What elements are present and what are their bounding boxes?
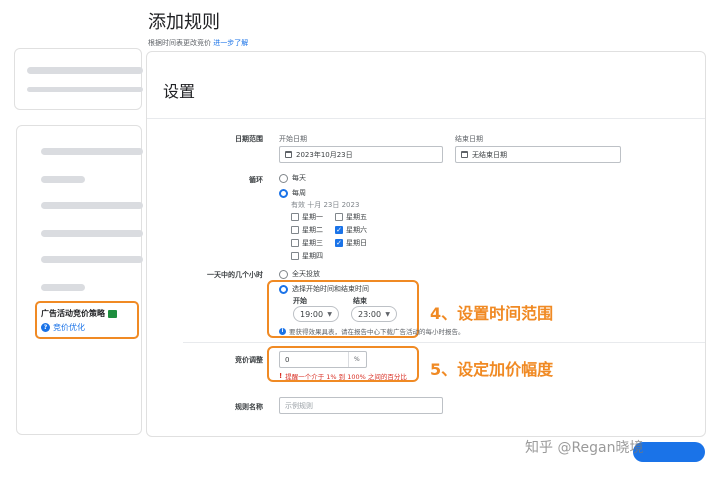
bid-adjust-error-text: 提醒一个介于 1% 到 100% 之间的百分比	[285, 373, 407, 381]
end-date-value: 无结束日期	[472, 150, 507, 159]
radio-circle	[279, 188, 288, 198]
info-icon: i	[279, 327, 286, 335]
subtitle-text: 根据时间表更改竞价	[148, 39, 211, 47]
step-5-annotation: 5、设定加价幅度	[430, 360, 554, 379]
end-date-input[interactable]: 无结束日期	[455, 146, 621, 163]
checkbox-box	[291, 213, 299, 221]
step-4-annotation: 4、设置时间范围	[430, 304, 554, 323]
start-time-caption: 开始	[293, 297, 307, 305]
radio-all-day[interactable]: 全天投放	[279, 269, 320, 279]
checkbox-monday[interactable]: 星期一	[291, 212, 323, 222]
date-range-label: 日期范围	[235, 135, 263, 143]
rule-name-placeholder: 示例规则	[285, 401, 313, 410]
skeleton-line	[27, 67, 143, 74]
divider	[183, 342, 705, 343]
radio-all-day-label: 全天投放	[292, 270, 320, 278]
settings-card: 设置 日期范围 开始日期 2023年10月23日 结束日期 无结束日期 循环 每…	[146, 51, 706, 437]
checkbox-friday[interactable]: 星期五	[335, 212, 367, 222]
skeleton-line	[41, 202, 143, 209]
bid-adjust-value: 0	[285, 356, 290, 364]
radio-weekly-label: 每周	[292, 189, 306, 197]
bid-strategy-label: 广告活动竞价策略	[41, 309, 105, 318]
skeleton-line	[41, 284, 85, 291]
skeleton-line	[41, 176, 85, 183]
bid-adjust-input[interactable]: 0 %	[279, 351, 367, 368]
input-separator	[348, 352, 349, 367]
radio-circle	[279, 269, 288, 279]
checkbox-label: 星期日	[346, 239, 367, 247]
check-icon: ✓	[335, 238, 343, 247]
start-date-value: 2023年10月23日	[296, 150, 353, 159]
bid-strategy-title: 广告活动竞价策略	[41, 308, 133, 319]
bid-adjust-unit: %	[354, 356, 360, 363]
calendar-icon	[461, 151, 468, 158]
checkbox-label: 星期四	[302, 252, 323, 260]
page-subtitle: 根据时间表更改竞价 进一步了解	[148, 38, 248, 48]
checkbox-label: 星期六	[346, 226, 367, 234]
hourly-report-info: i 要获得效果具表，请在报告中心下载广告活动的每小时报告。	[279, 326, 465, 336]
radio-choose-time-label: 选择开始时间和结束时间	[292, 285, 369, 293]
left-settings-card	[16, 125, 143, 435]
recurrence-label: 循环	[249, 176, 263, 184]
help-icon: ?	[41, 323, 50, 332]
checkbox-saturday[interactable]: ✓ 星期六	[335, 225, 367, 235]
skeleton-line	[27, 87, 143, 92]
radio-choose-time[interactable]: 选择开始时间和结束时间	[279, 284, 369, 294]
skeleton-line	[41, 148, 143, 155]
radio-daily-label: 每天	[292, 174, 306, 182]
radio-weekly[interactable]: 每周	[279, 188, 306, 198]
end-time-caption: 结束	[353, 297, 367, 305]
end-time-value: 23:00	[358, 309, 382, 319]
rule-name-input[interactable]: 示例规则	[279, 397, 443, 414]
edit-icon[interactable]	[108, 309, 117, 318]
skeleton-line	[41, 256, 143, 263]
chevron-down-icon: ▼	[327, 310, 332, 318]
section-title: 设置	[163, 82, 196, 101]
learn-more-link[interactable]: 进一步了解	[213, 39, 248, 47]
bid-adjust-error: ! 提醒一个介于 1% 到 100% 之间的百分比	[279, 371, 407, 381]
watermark: 知乎 @Regan晓境	[525, 440, 644, 456]
rule-name-label: 规则名称	[235, 403, 263, 411]
check-icon: ✓	[335, 225, 343, 234]
left-summary-card	[14, 48, 143, 110]
page-title: 添加规则	[148, 12, 220, 33]
divider	[147, 118, 705, 119]
error-icon: !	[279, 372, 283, 380]
hourly-report-info-text: 要获得效果具表，请在报告中心下载广告活动的每小时报告。	[289, 328, 465, 336]
effective-note: 有效 十月 23日 2023	[291, 201, 360, 209]
chevron-down-icon: ▼	[385, 310, 390, 318]
start-date-input[interactable]: 2023年10月23日	[279, 146, 443, 163]
radio-circle	[279, 173, 288, 183]
bid-optimization-label: 竞价优化	[53, 323, 85, 332]
checkbox-box	[335, 213, 343, 221]
radio-daily[interactable]: 每天	[279, 173, 306, 183]
end-time-select[interactable]: 23:00 ▼	[351, 306, 397, 322]
start-time-select[interactable]: 19:00 ▼	[293, 306, 339, 322]
checkbox-label: 星期五	[346, 213, 367, 221]
checkbox-box	[291, 239, 299, 247]
start-time-value: 19:00	[300, 309, 324, 319]
checkbox-label: 星期二	[302, 226, 323, 234]
bid-optimization-link[interactable]: ? 竞价优化	[41, 322, 133, 333]
checkbox-box	[291, 252, 299, 260]
checkbox-thursday[interactable]: 星期四	[291, 251, 323, 261]
checkbox-label: 星期一	[302, 213, 323, 221]
checkbox-box	[291, 226, 299, 234]
calendar-icon	[285, 151, 292, 158]
start-date-caption: 开始日期	[279, 135, 307, 143]
checkbox-label: 星期三	[302, 239, 323, 247]
checkbox-wednesday[interactable]: 星期三	[291, 238, 323, 248]
radio-circle	[279, 284, 288, 294]
hours-label: 一天中的几个小时	[207, 271, 263, 279]
skeleton-line	[41, 230, 143, 237]
end-date-caption: 结束日期	[455, 135, 483, 143]
bid-adjust-label: 竞价调整	[235, 356, 263, 364]
checkbox-sunday[interactable]: ✓ 星期日	[335, 238, 367, 248]
checkbox-tuesday[interactable]: 星期二	[291, 225, 323, 235]
bid-strategy-highlight: 广告活动竞价策略 ? 竞价优化	[35, 301, 139, 339]
